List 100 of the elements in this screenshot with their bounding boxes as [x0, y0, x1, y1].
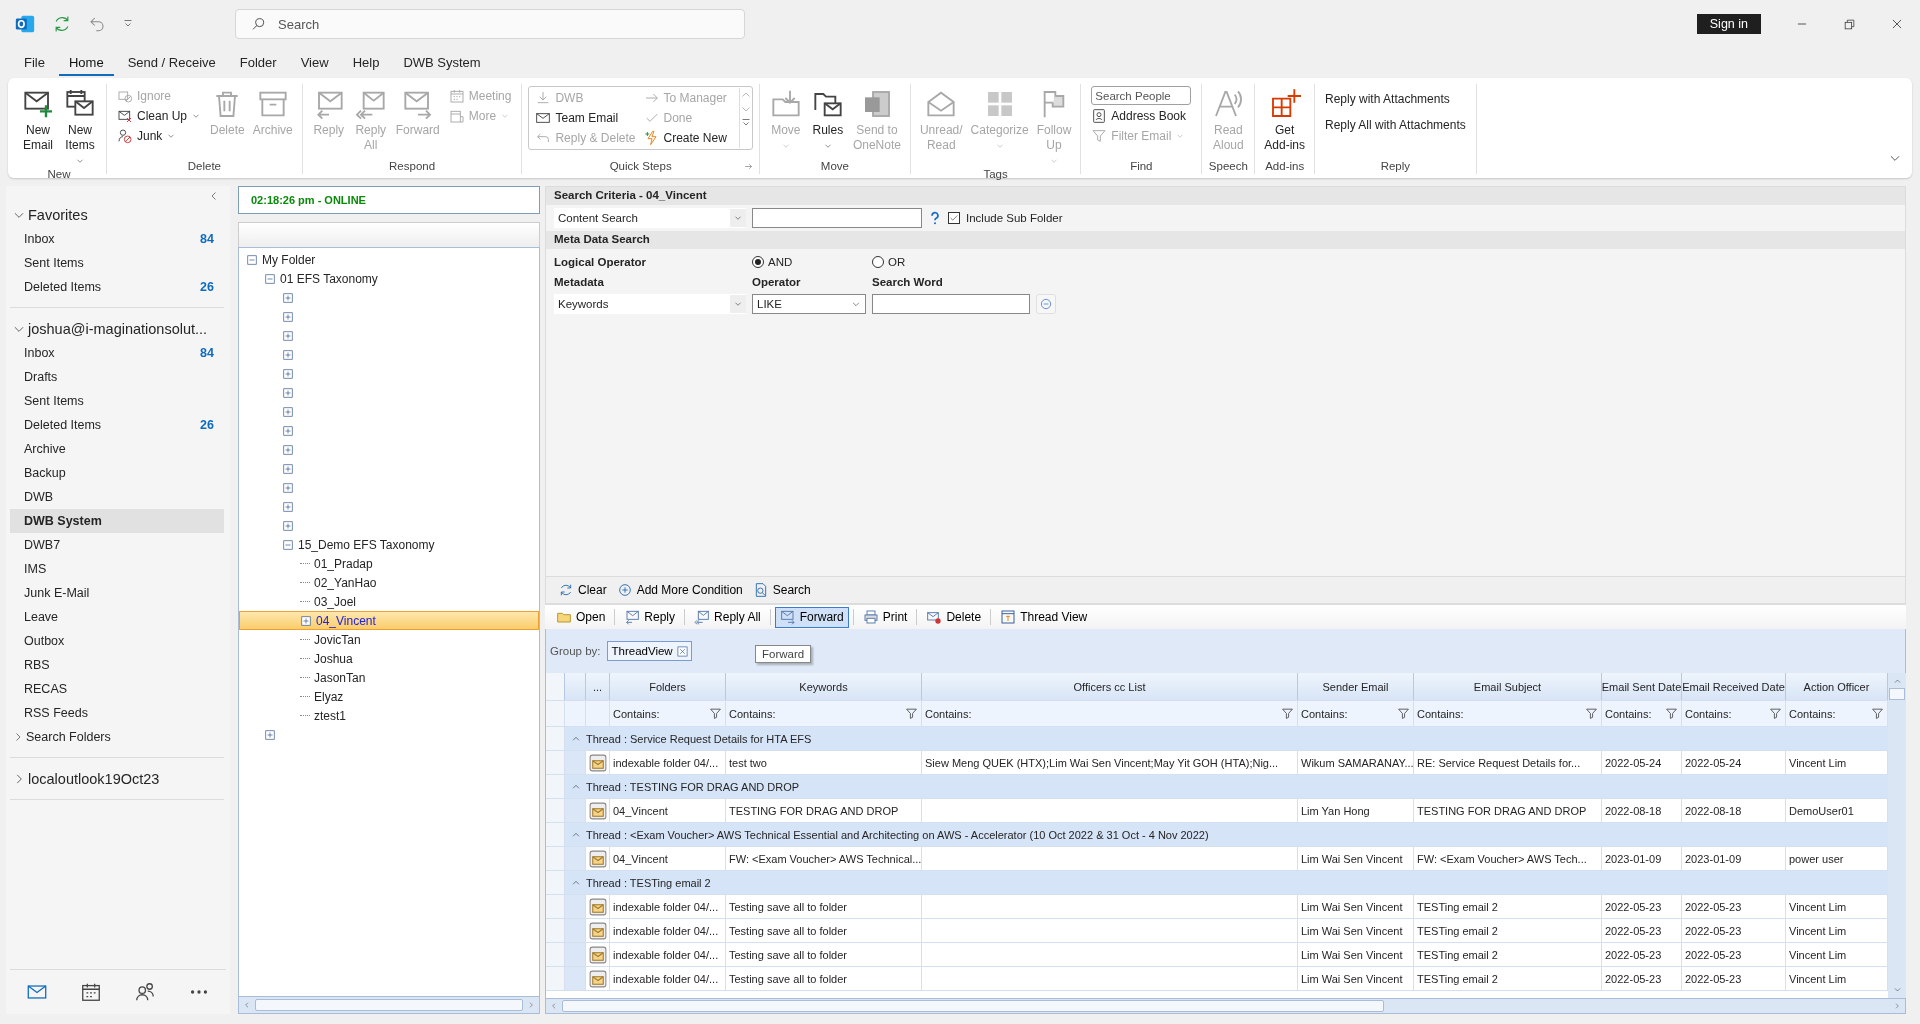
- plus-box-icon[interactable]: [282, 386, 294, 399]
- menu-tab[interactable]: View: [290, 52, 339, 76]
- ribbon-button[interactable]: Get Add-ins: [1261, 86, 1308, 155]
- ribbon-button[interactable]: Junk: [113, 126, 206, 146]
- toolbar-button[interactable]: Clear: [556, 580, 609, 600]
- plus-box-icon[interactable]: [282, 367, 294, 380]
- filter-field[interactable]: Contains:: [922, 701, 1298, 726]
- filter-icon[interactable]: [1281, 707, 1294, 720]
- column-header[interactable]: Email Received Date: [1682, 673, 1786, 700]
- tree-item[interactable]: 01 EFS Taxonomy: [239, 269, 539, 288]
- filter-icon[interactable]: [1585, 707, 1598, 720]
- filter-field[interactable]: Contains:: [726, 701, 922, 726]
- checkbox[interactable]: [948, 212, 960, 224]
- plus-box-icon[interactable]: [282, 500, 294, 513]
- folder-item[interactable]: RSS Feeds: [10, 701, 224, 725]
- thread-group-row[interactable]: Thread : Service Request Details for HTA EFS: [565, 727, 1888, 750]
- tree-item[interactable]: Joshua: [239, 649, 539, 668]
- folder-item[interactable]: Search Folders: [10, 725, 224, 749]
- search-people-field[interactable]: Search People: [1091, 86, 1192, 105]
- folder-item[interactable]: Backup: [10, 461, 224, 485]
- menu-tab[interactable]: Home: [58, 52, 114, 76]
- scroll-right-icon[interactable]: [527, 1001, 535, 1009]
- filter-field[interactable]: Contains:: [1682, 701, 1786, 726]
- menu-tab[interactable]: Help: [342, 52, 390, 76]
- thread-group-row[interactable]: Thread : TESTing email 2: [565, 871, 1888, 894]
- plus-box-icon[interactable]: [282, 443, 294, 456]
- radio-button[interactable]: [752, 256, 764, 268]
- scroll-down-icon[interactable]: [1892, 985, 1902, 994]
- folder-item[interactable]: RECAS: [10, 677, 224, 701]
- folder-item[interactable]: Inbox 84: [10, 227, 224, 251]
- radio-button[interactable]: [872, 256, 884, 268]
- filter-field[interactable]: Contains:: [610, 701, 726, 726]
- folder-item[interactable]: Deleted Items 26: [10, 275, 224, 299]
- column-header[interactable]: Sender Email: [1298, 673, 1414, 700]
- minus-box-icon[interactable]: [246, 253, 258, 266]
- tree-item[interactable]: 03_Joel: [239, 592, 539, 611]
- plus-box-icon[interactable]: [282, 329, 294, 342]
- horizontal-scrollbar[interactable]: [545, 998, 1906, 1014]
- menu-tab[interactable]: Folder: [229, 52, 287, 76]
- ribbon-button[interactable]: New Items: [60, 86, 100, 168]
- ribbon-button[interactable]: Reply All with Attachments: [1321, 112, 1470, 138]
- ribbon-button[interactable]: Team Email: [531, 108, 640, 128]
- vertical-scrollbar[interactable]: [1888, 673, 1906, 998]
- content-search-dropdown[interactable]: Content Search: [554, 208, 746, 228]
- toolbar-button[interactable]: Reply: [619, 606, 681, 628]
- column-header[interactable]: Email Sent Date: [1602, 673, 1682, 700]
- folder-item[interactable]: DWB: [10, 485, 224, 509]
- toolbar-button[interactable]: Forward: [774, 606, 849, 628]
- app-logo-icon[interactable]: [14, 13, 36, 35]
- search-text-field[interactable]: [752, 208, 922, 228]
- close-icon[interactable]: [676, 645, 688, 657]
- folder-item[interactable]: RBS: [10, 653, 224, 677]
- scroll-left-icon[interactable]: [550, 1002, 558, 1010]
- toolbar-button[interactable]: Search: [750, 580, 813, 600]
- folder-item[interactable]: IMS: [10, 557, 224, 581]
- thread-group-row[interactable]: Thread : <Exam Voucher> AWS Technical Essential and Architecting on AWS - Accelerator (10 Oct 2022 & 31 Oct - 4 Nov 2022): [565, 823, 1888, 846]
- calendar-icon[interactable]: [80, 981, 102, 1003]
- plus-box-icon[interactable]: [282, 310, 294, 323]
- folder-item[interactable]: Leave: [10, 605, 224, 629]
- filter-icon[interactable]: [905, 707, 918, 720]
- column-header[interactable]: Keywords: [726, 673, 922, 700]
- tree-item[interactable]: JovicTan: [239, 630, 539, 649]
- sign-in-button[interactable]: Sign in: [1696, 14, 1761, 34]
- plus-box-icon[interactable]: [282, 348, 294, 361]
- column-header[interactable]: Officers cc List: [922, 673, 1298, 700]
- tree-item[interactable]: 15_Demo EFS Taxonomy: [239, 535, 539, 554]
- toolbar-button[interactable]: Thread View: [995, 606, 1093, 628]
- plus-box-icon[interactable]: [282, 405, 294, 418]
- folder-item[interactable]: Sent Items: [10, 389, 224, 413]
- folder-group-header[interactable]: joshua@i-maginationsolut...: [10, 318, 224, 341]
- filter-icon[interactable]: [1769, 707, 1782, 720]
- tree-item[interactable]: 02_YanHao: [239, 573, 539, 592]
- folder-item[interactable]: DWB System: [10, 509, 224, 533]
- plus-box-icon[interactable]: [282, 481, 294, 494]
- filter-field[interactable]: Contains:: [1414, 701, 1602, 726]
- tree-item[interactable]: 01_Pradap: [239, 554, 539, 573]
- restore-icon[interactable]: [1843, 17, 1856, 31]
- menu-tab[interactable]: Send / Receive: [117, 52, 226, 76]
- undo-icon[interactable]: [88, 15, 106, 33]
- toolbar-button[interactable]: Reply All: [689, 606, 766, 628]
- column-header[interactable]: ...: [586, 673, 610, 700]
- ribbon-button[interactable]: New Email: [18, 86, 58, 155]
- filter-icon[interactable]: [1397, 707, 1410, 720]
- ribbon-button[interactable]: Create New: [639, 128, 731, 148]
- tree-item[interactable]: Elyaz: [239, 687, 539, 706]
- folder-item[interactable]: Inbox 84: [10, 341, 224, 365]
- toolbar-button[interactable]: Delete: [921, 606, 987, 628]
- folder-group-header[interactable]: localoutlook19Oct23: [10, 768, 224, 791]
- menu-tab[interactable]: File: [14, 52, 55, 76]
- toolbar-button[interactable]: Open: [551, 606, 611, 628]
- folder-item[interactable]: Sent Items: [10, 251, 224, 275]
- filter-icon[interactable]: [1665, 707, 1678, 720]
- filter-field[interactable]: Contains:: [1602, 701, 1682, 726]
- minus-box-icon[interactable]: [264, 272, 276, 285]
- ribbon-button[interactable]: Rules: [807, 86, 848, 153]
- tree-item[interactable]: ztest1: [239, 706, 539, 725]
- menu-tab[interactable]: DWB System: [393, 52, 491, 76]
- thread-group-row[interactable]: Thread : TESTING FOR DRAG AND DROP: [565, 775, 1888, 798]
- ribbon-button[interactable]: Address Book: [1087, 106, 1196, 126]
- tree-item[interactable]: My Folder: [239, 250, 539, 269]
